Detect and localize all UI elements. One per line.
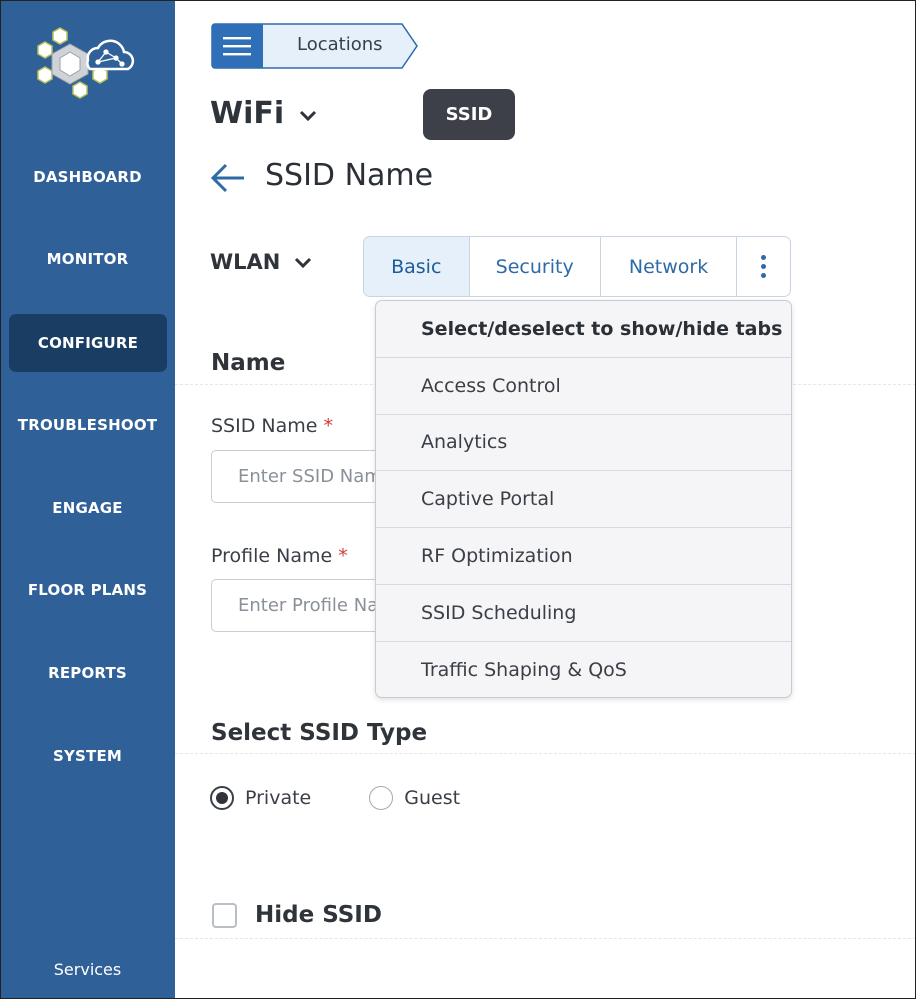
tab-network[interactable]: Network bbox=[601, 237, 738, 296]
required-asterisk: * bbox=[323, 415, 334, 437]
ssid-type-options: Private Guest bbox=[210, 786, 460, 810]
profile-name-label: Profile Name * bbox=[211, 545, 348, 567]
menu-item-access-control[interactable]: Access Control bbox=[376, 358, 791, 415]
sidebar-item-configure[interactable]: CONFIGURE bbox=[9, 314, 167, 372]
menu-item-rf-optimization[interactable]: RF Optimization bbox=[376, 528, 791, 585]
ssid-badge: SSID bbox=[423, 89, 515, 140]
divider bbox=[175, 753, 916, 754]
ssid-name-label: SSID Name * bbox=[211, 415, 333, 437]
wifi-label: WiFi bbox=[210, 96, 285, 131]
divider bbox=[175, 938, 916, 939]
sidebar-item-services[interactable]: Services bbox=[0, 956, 175, 982]
radio-private-label[interactable]: Private bbox=[245, 787, 311, 809]
hide-ssid-label[interactable]: Hide SSID bbox=[255, 902, 382, 928]
back-arrow-icon[interactable] bbox=[210, 162, 246, 198]
sidebar-item-engage[interactable]: ENGAGE bbox=[0, 488, 175, 528]
radio-guest[interactable] bbox=[369, 786, 394, 810]
hide-ssid-checkbox[interactable] bbox=[212, 902, 237, 928]
menu-item-analytics[interactable]: Analytics bbox=[376, 415, 791, 472]
wifi-selector[interactable]: WiFi bbox=[210, 96, 318, 131]
menu-item-captive-portal[interactable]: Captive Portal bbox=[376, 471, 791, 529]
hexagon-cloud-logo[interactable] bbox=[30, 22, 140, 102]
tab-basic[interactable]: Basic bbox=[364, 237, 470, 296]
kebab-menu-icon bbox=[761, 255, 767, 278]
menu-header: Select/deselect to show/hide tabs bbox=[376, 301, 791, 358]
chevron-down-icon bbox=[294, 250, 312, 274]
sidebar-item-monitor[interactable]: MONITOR bbox=[0, 239, 175, 279]
radio-private[interactable] bbox=[210, 786, 234, 810]
required-asterisk: * bbox=[338, 545, 348, 567]
sidebar-item-floor-plans[interactable]: FLOOR PLANS bbox=[0, 570, 175, 610]
menu-item-ssid-scheduling[interactable]: SSID Scheduling bbox=[376, 585, 791, 642]
wlan-label: WLAN bbox=[210, 250, 281, 274]
page-title: SSID Name bbox=[265, 158, 434, 193]
chevron-down-icon bbox=[298, 96, 318, 131]
breadcrumb-location[interactable]: Locations bbox=[297, 34, 383, 55]
section-name-title: Name bbox=[211, 350, 286, 376]
sidebar-item-dashboard[interactable]: DASHBOARD bbox=[0, 157, 175, 197]
radio-guest-label[interactable]: Guest bbox=[404, 787, 460, 809]
profile-name-label-text: Profile Name bbox=[211, 545, 333, 567]
more-tabs-button[interactable] bbox=[737, 237, 790, 296]
ssid-name-label-text: SSID Name bbox=[211, 415, 318, 437]
sidebar: DASHBOARD MONITOR CONFIGURE TROUBLESHOOT… bbox=[0, 0, 175, 999]
hide-ssid-row: Hide SSID bbox=[212, 902, 382, 928]
sidebar-item-reports[interactable]: REPORTS bbox=[0, 653, 175, 693]
sidebar-item-troubleshoot[interactable]: TROUBLESHOOT bbox=[0, 405, 175, 445]
sidebar-item-system[interactable]: SYSTEM bbox=[0, 736, 175, 776]
menu-item-traffic-shaping[interactable]: Traffic Shaping & QoS bbox=[376, 642, 791, 697]
breadcrumb[interactable]: Locations bbox=[211, 23, 419, 69]
tab-bar: Basic Security Network bbox=[363, 236, 791, 297]
tabs-visibility-menu: Select/deselect to show/hide tabs Access… bbox=[375, 300, 792, 698]
section-ssid-type-title: Select SSID Type bbox=[211, 720, 428, 746]
wlan-selector[interactable]: WLAN bbox=[210, 250, 312, 274]
tab-security[interactable]: Security bbox=[470, 237, 601, 296]
